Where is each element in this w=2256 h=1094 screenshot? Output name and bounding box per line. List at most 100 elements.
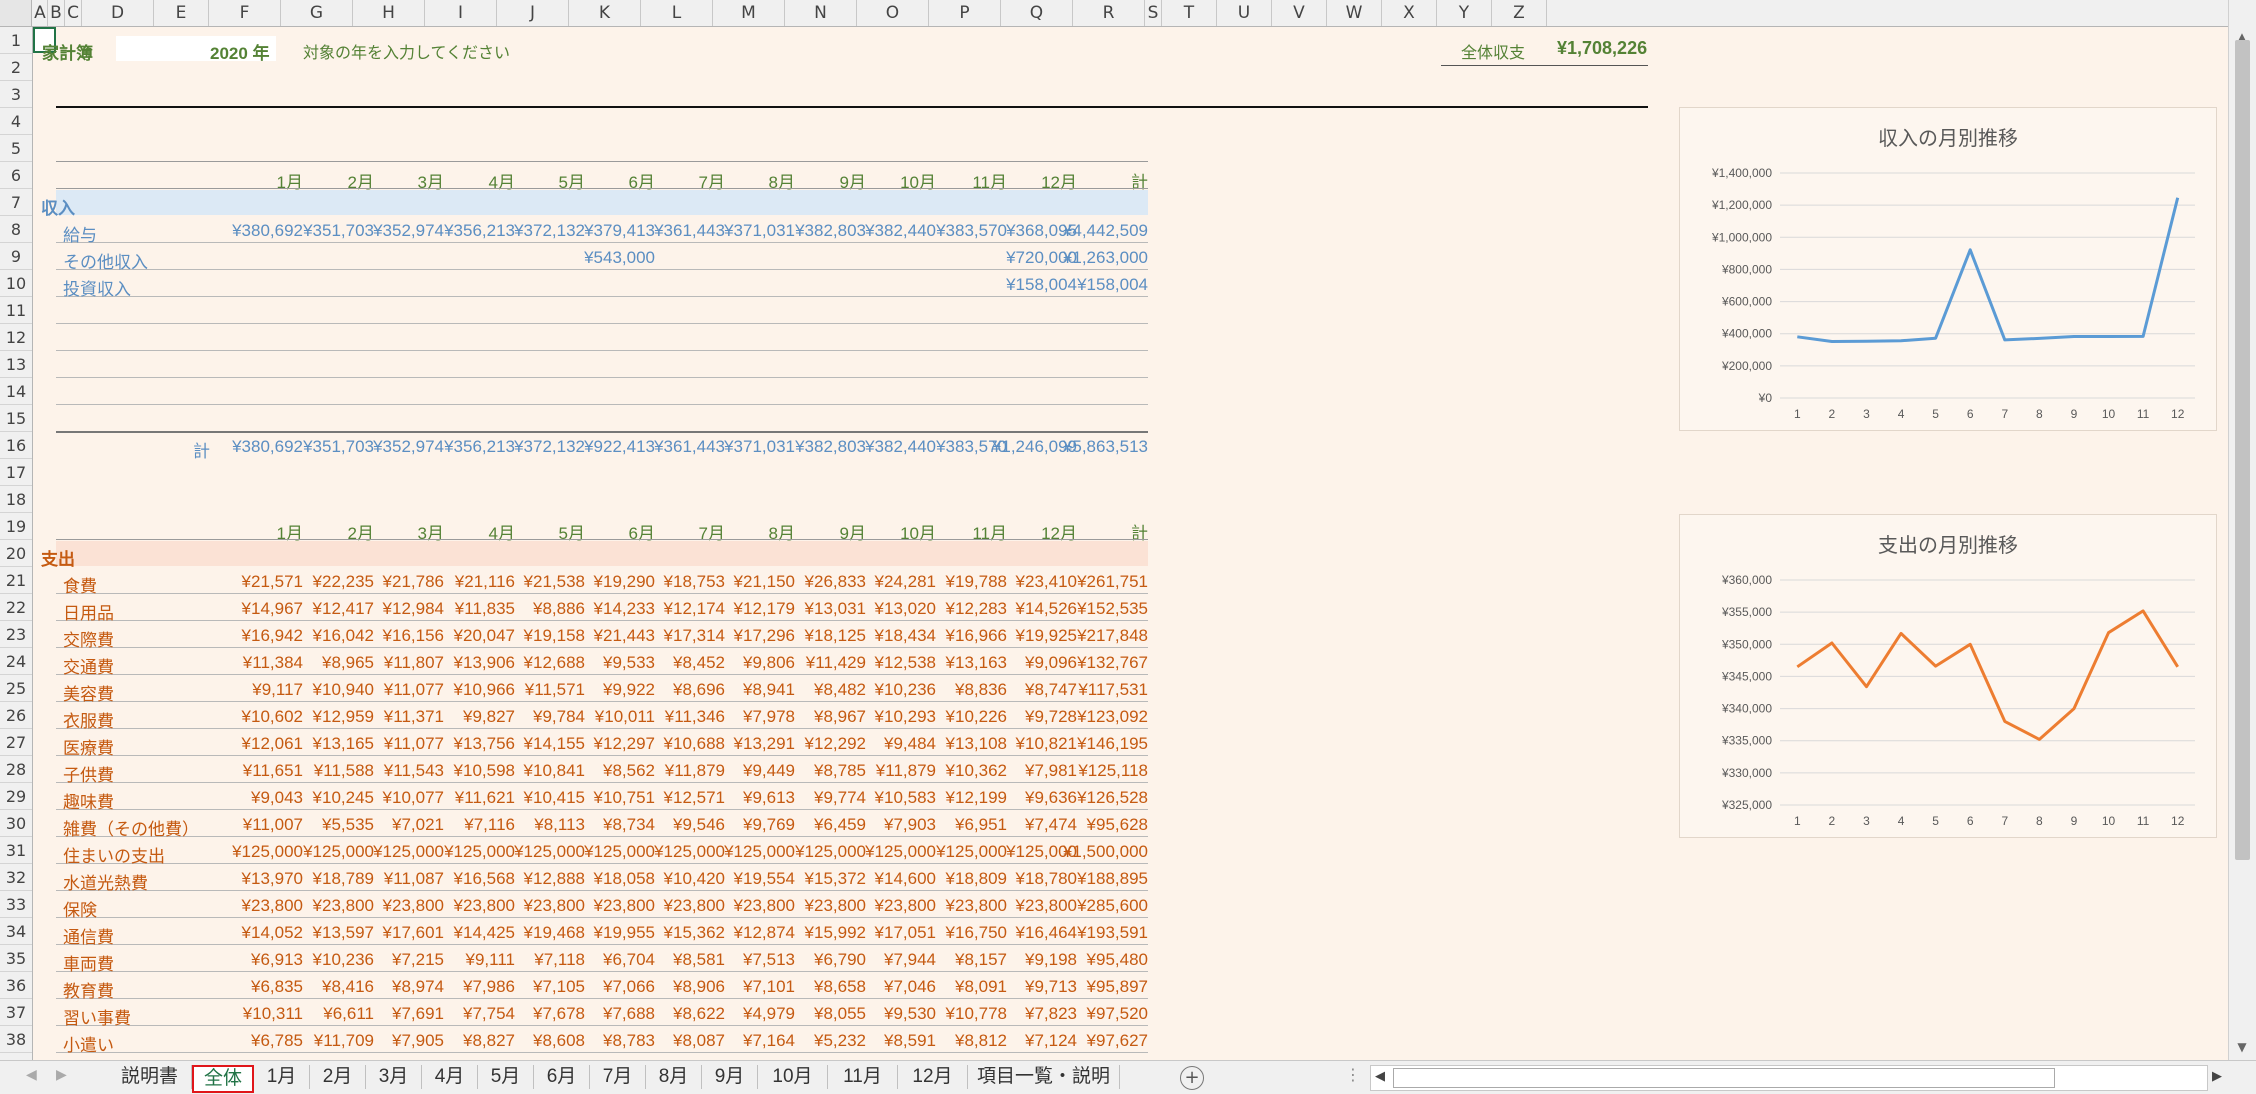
- column-header-F[interactable]: F: [209, 0, 281, 26]
- sheet-tab-7[interactable]: 5月: [478, 1065, 534, 1089]
- expense-item-label: 教育費: [63, 977, 114, 1002]
- row-header-16[interactable]: 16: [0, 432, 32, 459]
- row-header-18[interactable]: 18: [0, 486, 32, 513]
- hscroll-left-icon[interactable]: ◀: [1375, 1069, 1385, 1084]
- expense-cell: ¥117,531: [1028, 680, 1148, 700]
- row-header-8[interactable]: 8: [0, 216, 32, 243]
- sheet-tab-8[interactable]: 6月: [534, 1065, 590, 1089]
- column-header-A[interactable]: A: [33, 0, 48, 26]
- column-header-I[interactable]: I: [425, 0, 497, 26]
- column-header-Q[interactable]: Q: [1001, 0, 1073, 26]
- worksheet-grid[interactable]: 家計簿 2020 年 対象の年を入力してください 全体収支 ¥1,708,226…: [33, 27, 2228, 1060]
- column-header-W[interactable]: W: [1327, 0, 1382, 26]
- row-header-39[interactable]: 39: [0, 1053, 32, 1060]
- horizontal-scroll-thumb[interactable]: [1393, 1068, 2055, 1088]
- sheet-tab-9[interactable]: 7月: [590, 1065, 646, 1089]
- sheet-tab-10[interactable]: 8月: [646, 1065, 702, 1089]
- row-header-20[interactable]: 20: [0, 540, 32, 567]
- row-header-22[interactable]: 22: [0, 594, 32, 621]
- row-header-33[interactable]: 33: [0, 891, 32, 918]
- row-header-10[interactable]: 10: [0, 270, 32, 297]
- sheet-tab-15[interactable]: 項目一覧・説明: [968, 1065, 1120, 1089]
- row-header-25[interactable]: 25: [0, 675, 32, 702]
- row-header-35[interactable]: 35: [0, 945, 32, 972]
- column-header-Z[interactable]: Z: [1492, 0, 1547, 26]
- row-header-13[interactable]: 13: [0, 351, 32, 378]
- tab-scroll-right-icon[interactable]: ▶: [56, 1067, 67, 1083]
- sheet-tab-5[interactable]: 3月: [366, 1065, 422, 1089]
- row-header-26[interactable]: 26: [0, 702, 32, 729]
- income-month-underline: [56, 188, 1148, 189]
- row-header-27[interactable]: 27: [0, 729, 32, 756]
- column-header-S[interactable]: S: [1145, 0, 1162, 26]
- column-header-L[interactable]: L: [641, 0, 713, 26]
- select-all-corner[interactable]: [0, 0, 32, 26]
- tab-scroll-left-icon[interactable]: ◀: [26, 1067, 37, 1083]
- column-header-V[interactable]: V: [1272, 0, 1327, 26]
- expense-chart[interactable]: 支出の月別推移 ¥360,000¥355,000¥350,000¥345,000…: [1679, 514, 2217, 838]
- row-header-15[interactable]: 15: [0, 405, 32, 432]
- column-header-N[interactable]: N: [785, 0, 857, 26]
- scroll-down-icon[interactable]: ▼: [2232, 1040, 2252, 1054]
- sheet-tab-3[interactable]: 1月: [254, 1065, 310, 1089]
- column-header-K[interactable]: K: [569, 0, 641, 26]
- column-header-O[interactable]: O: [857, 0, 929, 26]
- row-header-17[interactable]: 17: [0, 459, 32, 486]
- hscroll-right-icon[interactable]: ▶: [2212, 1069, 2222, 1084]
- row-header-19[interactable]: 19: [0, 513, 32, 540]
- row-header-9[interactable]: 9: [0, 243, 32, 270]
- income-chart[interactable]: 収入の月別推移 ¥1,400,000¥1,200,000¥1,000,000¥8…: [1679, 107, 2217, 431]
- row-header-4[interactable]: 4: [0, 108, 32, 135]
- column-header-X[interactable]: X: [1382, 0, 1437, 26]
- row-header-29[interactable]: 29: [0, 783, 32, 810]
- row-header-7[interactable]: 7: [0, 189, 32, 216]
- sheet-tab-2[interactable]: 全体: [192, 1065, 254, 1093]
- horizontal-scrollbar[interactable]: ◀: [1370, 1065, 2208, 1091]
- row-header-24[interactable]: 24: [0, 648, 32, 675]
- row-header-12[interactable]: 12: [0, 324, 32, 351]
- sheet-tab-12[interactable]: 10月: [758, 1065, 828, 1089]
- row-header-31[interactable]: 31: [0, 837, 32, 864]
- sheet-tab-6[interactable]: 4月: [422, 1065, 478, 1089]
- row-header-11[interactable]: 11: [0, 297, 32, 324]
- sheet-tab-1[interactable]: 説明書: [108, 1065, 192, 1089]
- sheet-tab-13[interactable]: 11月: [828, 1065, 898, 1089]
- column-header-T[interactable]: T: [1162, 0, 1217, 26]
- row-header-36[interactable]: 36: [0, 972, 32, 999]
- row-header-37[interactable]: 37: [0, 999, 32, 1026]
- add-sheet-icon[interactable]: +: [1180, 1066, 1204, 1090]
- row-header-2[interactable]: 2: [0, 54, 32, 81]
- column-header-G[interactable]: G: [281, 0, 353, 26]
- row-header-5[interactable]: 5: [0, 135, 32, 162]
- row-header-28[interactable]: 28: [0, 756, 32, 783]
- column-header-J[interactable]: J: [497, 0, 569, 26]
- column-header-E[interactable]: E: [154, 0, 209, 26]
- column-header-P[interactable]: P: [929, 0, 1001, 26]
- vertical-scrollbar[interactable]: ▲ ▼: [2228, 0, 2256, 1060]
- column-header-R[interactable]: R: [1073, 0, 1145, 26]
- vertical-scroll-thumb[interactable]: [2235, 40, 2250, 860]
- sheet-tab-14[interactable]: 12月: [898, 1065, 968, 1089]
- row-header-14[interactable]: 14: [0, 378, 32, 405]
- column-header-U[interactable]: U: [1217, 0, 1272, 26]
- column-header-B[interactable]: B: [48, 0, 65, 26]
- row-header-6[interactable]: 6: [0, 162, 32, 189]
- year-input[interactable]: 2020 年: [116, 36, 276, 61]
- column-header-C[interactable]: C: [65, 0, 82, 26]
- expense-item-label: 習い事費: [63, 1004, 131, 1029]
- sheet-tab-11[interactable]: 9月: [702, 1065, 758, 1089]
- row-header-38[interactable]: 38: [0, 1026, 32, 1053]
- row-header-23[interactable]: 23: [0, 621, 32, 648]
- tab-split-handle[interactable]: ⋮: [1345, 1065, 1361, 1084]
- row-header-1[interactable]: 1: [0, 27, 32, 54]
- column-header-Y[interactable]: Y: [1437, 0, 1492, 26]
- row-header-30[interactable]: 30: [0, 810, 32, 837]
- row-header-32[interactable]: 32: [0, 864, 32, 891]
- column-header-H[interactable]: H: [353, 0, 425, 26]
- row-header-34[interactable]: 34: [0, 918, 32, 945]
- column-header-M[interactable]: M: [713, 0, 785, 26]
- row-header-21[interactable]: 21: [0, 567, 32, 594]
- row-header-3[interactable]: 3: [0, 81, 32, 108]
- sheet-tab-4[interactable]: 2月: [310, 1065, 366, 1089]
- column-header-D[interactable]: D: [82, 0, 154, 26]
